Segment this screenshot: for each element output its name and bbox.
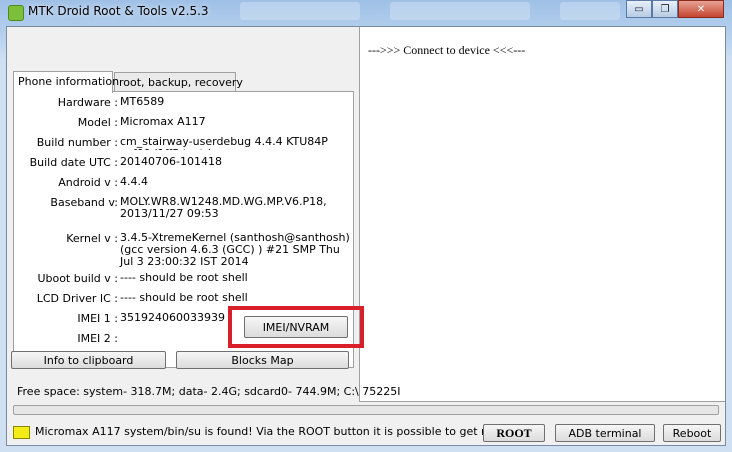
log-text: --->>> Connect to device <<<--- bbox=[368, 43, 526, 57]
blocks-map-button[interactable]: Blocks Map bbox=[176, 351, 349, 369]
info-label: Hardware : bbox=[57, 96, 118, 109]
background-taskbar-item bbox=[240, 2, 360, 20]
info-row-build-number: Build number : cm_stairway-userdebug 4.4… bbox=[14, 136, 354, 150]
background-taskbar-item bbox=[560, 2, 620, 20]
info-value: ---- should be root shell bbox=[120, 271, 248, 284]
info-label: Build number : bbox=[36, 136, 118, 149]
info-value: Micromax A117 bbox=[120, 115, 206, 128]
tab-phone-information[interactable]: Phone information bbox=[13, 71, 119, 93]
info-label: IMEI 2 : bbox=[77, 332, 118, 345]
info-value: 3.4.5-XtremeKernel (santhosh@santhosh) (… bbox=[120, 231, 350, 268]
progress-bar bbox=[13, 405, 719, 415]
phone-information-panel: Hardware : MT6589 Model : Micromax A117 … bbox=[13, 91, 364, 368]
button-label: Blocks Map bbox=[231, 353, 294, 367]
close-icon: ✕ bbox=[696, 3, 706, 15]
button-label: ROOT bbox=[496, 425, 532, 440]
info-label: IMEI 1 : bbox=[77, 312, 118, 325]
status-bar: Micromax A117 system/bin/su is found! Vi… bbox=[7, 421, 725, 445]
close-button[interactable]: ✕ bbox=[678, 0, 724, 18]
info-label: Baseband v: bbox=[50, 196, 118, 209]
window-title: MTK Droid Root & Tools v2.5.3 bbox=[28, 4, 209, 18]
tab-label: root, backup, recovery bbox=[119, 76, 243, 89]
info-label: Uboot build v : bbox=[37, 272, 118, 285]
info-value: MOLY.WR8.W1248.MD.WG.MP.V6.P18, 2013/11/… bbox=[120, 195, 327, 220]
log-panel[interactable]: --->>> Connect to device <<<--- bbox=[359, 27, 725, 402]
free-space-text: Free space: system- 318.7M; data- 2.4G; … bbox=[17, 385, 401, 398]
info-value: 4.4.4 bbox=[120, 175, 148, 188]
info-label: Model : bbox=[77, 116, 118, 129]
info-label: LCD Driver IC : bbox=[36, 292, 118, 305]
minimize-icon: ▭ bbox=[634, 3, 644, 15]
tab-root-backup-recovery[interactable]: root, backup, recovery bbox=[114, 72, 243, 92]
minimize-button[interactable]: ▭ bbox=[626, 0, 652, 18]
highlight-box bbox=[228, 306, 364, 348]
tab-label: Phone information bbox=[18, 75, 120, 88]
adb-terminal-button[interactable]: ADB terminal bbox=[555, 424, 655, 442]
app-icon bbox=[8, 5, 24, 21]
app-window: MTK Droid Root & Tools v2.5.3 ▭ ❐ ✕ --->… bbox=[0, 0, 732, 452]
restore-button[interactable]: ❐ bbox=[652, 0, 678, 18]
info-label: Build date UTC : bbox=[29, 156, 118, 169]
root-button[interactable]: ROOT bbox=[483, 424, 545, 442]
button-label: Info to clipboard bbox=[43, 353, 134, 367]
background-taskbar-item bbox=[390, 2, 530, 20]
info-label: Android v : bbox=[58, 176, 118, 189]
info-value: ---- should be root shell bbox=[120, 291, 248, 304]
restore-icon: ❐ bbox=[660, 3, 670, 15]
button-label: Reboot bbox=[672, 426, 712, 440]
info-value: cm_stairway-userdebug 4.4.4 KTU84P cef00… bbox=[120, 136, 328, 150]
status-indicator bbox=[13, 426, 30, 439]
info-value: 20140706-101418 bbox=[120, 155, 222, 168]
title-bar[interactable]: MTK Droid Root & Tools v2.5.3 ▭ ❐ ✕ bbox=[0, 0, 732, 24]
info-label: Kernel v : bbox=[66, 232, 118, 245]
info-to-clipboard-button[interactable]: Info to clipboard bbox=[11, 351, 166, 369]
reboot-button[interactable]: Reboot bbox=[663, 424, 721, 442]
info-value: MT6589 bbox=[120, 95, 165, 108]
client-area: --->>> Connect to device <<<--- Phone in… bbox=[6, 26, 726, 446]
status-text: Micromax A117 system/bin/su is found! Vi… bbox=[35, 425, 504, 438]
button-label: ADB terminal bbox=[568, 426, 642, 440]
